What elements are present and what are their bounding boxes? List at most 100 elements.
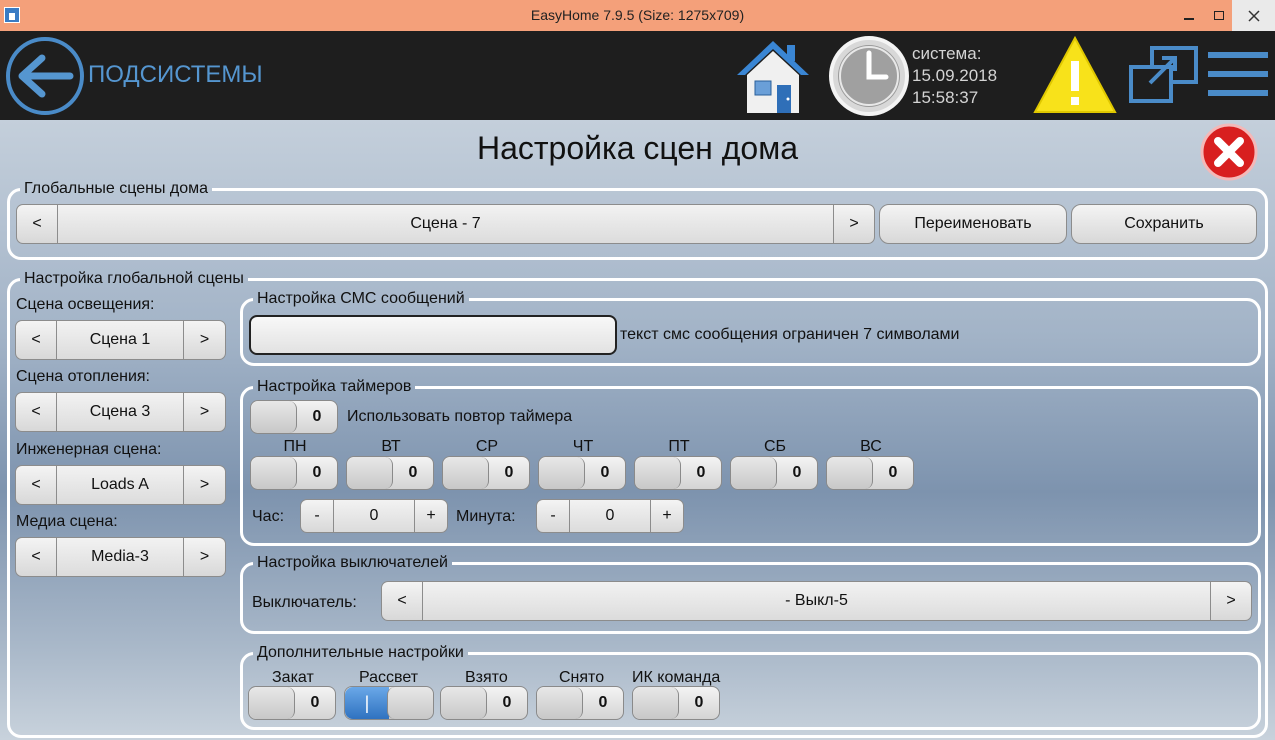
sms-text-input[interactable]: [249, 315, 617, 355]
media-value: Media-3: [56, 537, 184, 577]
window-title: EasyHome 7.9.5 (Size: 1275x709): [530, 7, 745, 23]
day-value-wed: 0: [504, 464, 514, 481]
close-page-icon[interactable]: [1200, 123, 1258, 181]
day-value-sun: 0: [888, 464, 898, 481]
timers-legend: Настройка таймеров: [257, 378, 412, 395]
rename-button[interactable]: Переименовать: [879, 204, 1067, 244]
day-label-sun: ВС: [860, 438, 882, 455]
armed-toggle[interactable]: 0: [440, 686, 528, 720]
engineering-next-button[interactable]: >: [183, 465, 226, 505]
toggle-knob: [635, 457, 681, 489]
close-icon: [1247, 9, 1260, 22]
timer-repeat-value: 0: [312, 408, 322, 425]
day-value-tue: 0: [408, 464, 418, 481]
sunset-value: 0: [310, 694, 320, 711]
heating-value: Сцена 3: [56, 392, 184, 432]
engineering-value: Loads A: [56, 465, 184, 505]
menu-icon[interactable]: [1206, 49, 1270, 99]
day-label-mon: ПН: [283, 438, 307, 455]
media-prev-button[interactable]: <: [15, 537, 57, 577]
ir-command-label: ИК команда: [632, 669, 721, 686]
day-value-thu: 0: [600, 464, 610, 481]
engineering-prev-button[interactable]: <: [15, 465, 57, 505]
main-panel: Настройка сцен дома Глобальные сцены дом…: [0, 120, 1275, 740]
day-toggle-thu[interactable]: 0: [538, 456, 626, 490]
toggle-knob: [251, 401, 297, 433]
day-toggle-mon[interactable]: 0: [250, 456, 338, 490]
window-switch-icon[interactable]: [1128, 45, 1200, 105]
system-date: 15.09.2018: [912, 66, 998, 85]
toggle-knob: [633, 687, 679, 719]
toggle-knob: [441, 687, 487, 719]
timer-repeat-label: Использовать повтор таймера: [347, 408, 573, 425]
toggle-knob: [537, 687, 583, 719]
lighting-prev-button[interactable]: <: [15, 320, 57, 360]
hour-plus-button[interactable]: +: [414, 499, 448, 533]
window-close-button[interactable]: [1232, 0, 1275, 31]
hour-label: Час:: [252, 508, 285, 525]
toggle-knob: [251, 457, 297, 489]
subsystems-link[interactable]: ПОДСИСТЕМЫ: [88, 61, 263, 89]
day-label-fri: ПТ: [668, 438, 690, 455]
engineering-label: Инженерная сцена:: [16, 441, 162, 458]
heating-next-button[interactable]: >: [183, 392, 226, 432]
switches-legend: Настройка выключателей: [257, 554, 448, 571]
home-icon[interactable]: [733, 37, 813, 117]
system-info: система: 15.09.2018 15:58:37: [912, 43, 997, 109]
save-button[interactable]: Сохранить: [1071, 204, 1257, 244]
toggle-knob: [731, 457, 777, 489]
scene-prev-button[interactable]: <: [16, 204, 58, 244]
scene-next-button[interactable]: >: [833, 204, 875, 244]
sms-legend: Настройка СМС сообщений: [257, 290, 465, 307]
ir-command-value: 0: [694, 694, 704, 711]
back-arrow-icon: [18, 54, 74, 98]
day-toggle-wed[interactable]: 0: [442, 456, 530, 490]
heating-label: Сцена отопления:: [16, 368, 150, 385]
lighting-value: Сцена 1: [56, 320, 184, 360]
page-title: Настройка сцен дома: [476, 130, 798, 166]
sunrise-value: |: [345, 687, 389, 719]
maximize-button[interactable]: [1206, 0, 1232, 31]
heating-prev-button[interactable]: <: [15, 392, 57, 432]
toggle-knob: [539, 457, 585, 489]
scene-settings-legend: Настройка глобальной сцены: [24, 270, 244, 287]
switch-next-button[interactable]: >: [1210, 581, 1252, 621]
maximize-icon: [1214, 11, 1224, 20]
minimize-button[interactable]: [1172, 0, 1206, 31]
toggle-knob: [443, 457, 489, 489]
day-label-tue: ВТ: [381, 438, 401, 455]
extra-settings-legend: Дополнительные настройки: [257, 644, 464, 661]
minute-label: Минута:: [456, 508, 516, 525]
day-label-sat: СБ: [763, 438, 787, 455]
system-time: 15:58:37: [912, 88, 979, 107]
sunrise-toggle[interactable]: |: [344, 686, 434, 720]
toggle-knob: [827, 457, 873, 489]
disarmed-value: 0: [598, 694, 608, 711]
switch-label: Выключатель:: [252, 594, 357, 611]
clock-icon: [829, 36, 909, 116]
day-toggle-sat[interactable]: 0: [730, 456, 818, 490]
disarmed-toggle[interactable]: 0: [536, 686, 624, 720]
sunset-toggle[interactable]: 0: [248, 686, 336, 720]
day-label-wed: СР: [475, 438, 499, 455]
back-button[interactable]: [6, 37, 84, 115]
minute-plus-button[interactable]: +: [650, 499, 684, 533]
day-toggle-sun[interactable]: 0: [826, 456, 914, 490]
timer-repeat-toggle[interactable]: 0: [250, 400, 338, 434]
hour-value: 0: [333, 499, 415, 533]
warning-icon[interactable]: [1032, 35, 1118, 115]
day-toggle-tue[interactable]: 0: [346, 456, 434, 490]
minimize-icon: [1184, 17, 1194, 20]
hour-minus-button[interactable]: -: [300, 499, 334, 533]
sunset-label: Закат: [272, 669, 314, 686]
switch-prev-button[interactable]: <: [381, 581, 423, 621]
lighting-label: Сцена освещения:: [16, 296, 155, 313]
media-next-button[interactable]: >: [183, 537, 226, 577]
toggle-knob: [347, 457, 393, 489]
minute-minus-button[interactable]: -: [536, 499, 570, 533]
ir-command-toggle[interactable]: 0: [632, 686, 720, 720]
day-toggle-fri[interactable]: 0: [634, 456, 722, 490]
toggle-knob: [387, 687, 433, 719]
toggle-knob: [249, 687, 295, 719]
lighting-next-button[interactable]: >: [183, 320, 226, 360]
